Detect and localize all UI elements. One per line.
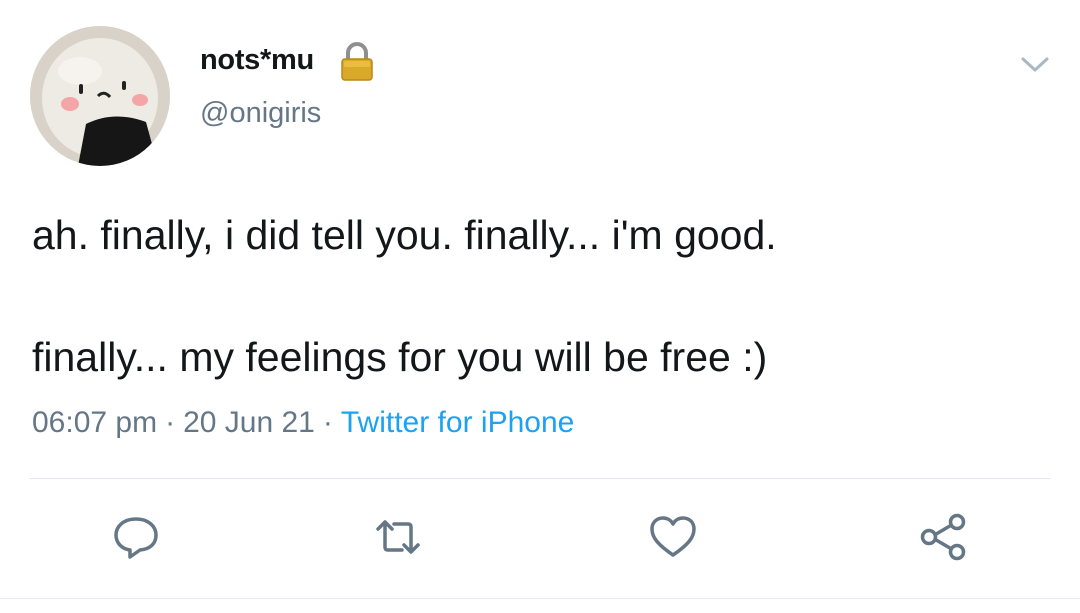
like-button[interactable] <box>645 512 701 562</box>
share-button[interactable] <box>915 512 971 562</box>
user-handle[interactable]: @onigiris <box>200 97 321 130</box>
tweet-time: 06:07 pm <box>32 406 158 439</box>
comment-icon <box>114 517 158 559</box>
tweet-card: nots*mu @onigiris ah. finally, i did tel… <box>0 0 1080 613</box>
tweet-text-line-2: finally... my feelings for you will be f… <box>32 334 768 380</box>
lock-icon <box>341 42 373 81</box>
tweet-source-link[interactable]: Twitter for iPhone <box>341 406 574 439</box>
share-icon <box>920 513 966 561</box>
divider <box>30 478 1050 479</box>
heart-icon <box>650 516 696 557</box>
divider <box>0 598 1080 599</box>
avatar[interactable] <box>30 26 170 166</box>
onigiri-avatar-icon <box>30 26 170 166</box>
tweet-meta: 06:07 pm · 20 Jun 21 · Twitter for iPhone <box>32 406 574 440</box>
tweet-text-line-1: ah. finally, i did tell you. finally... … <box>32 212 777 258</box>
reply-button[interactable] <box>108 512 164 562</box>
meta-separator: · <box>322 406 333 439</box>
meta-separator: · <box>165 406 176 439</box>
action-bar <box>0 512 1080 562</box>
retweet-button[interactable] <box>370 512 426 562</box>
chevron-down-icon[interactable] <box>1018 52 1052 76</box>
display-name[interactable]: nots*mu <box>200 44 314 77</box>
retweet-icon <box>376 520 420 554</box>
tweet-date: 20 Jun 21 <box>183 406 315 439</box>
